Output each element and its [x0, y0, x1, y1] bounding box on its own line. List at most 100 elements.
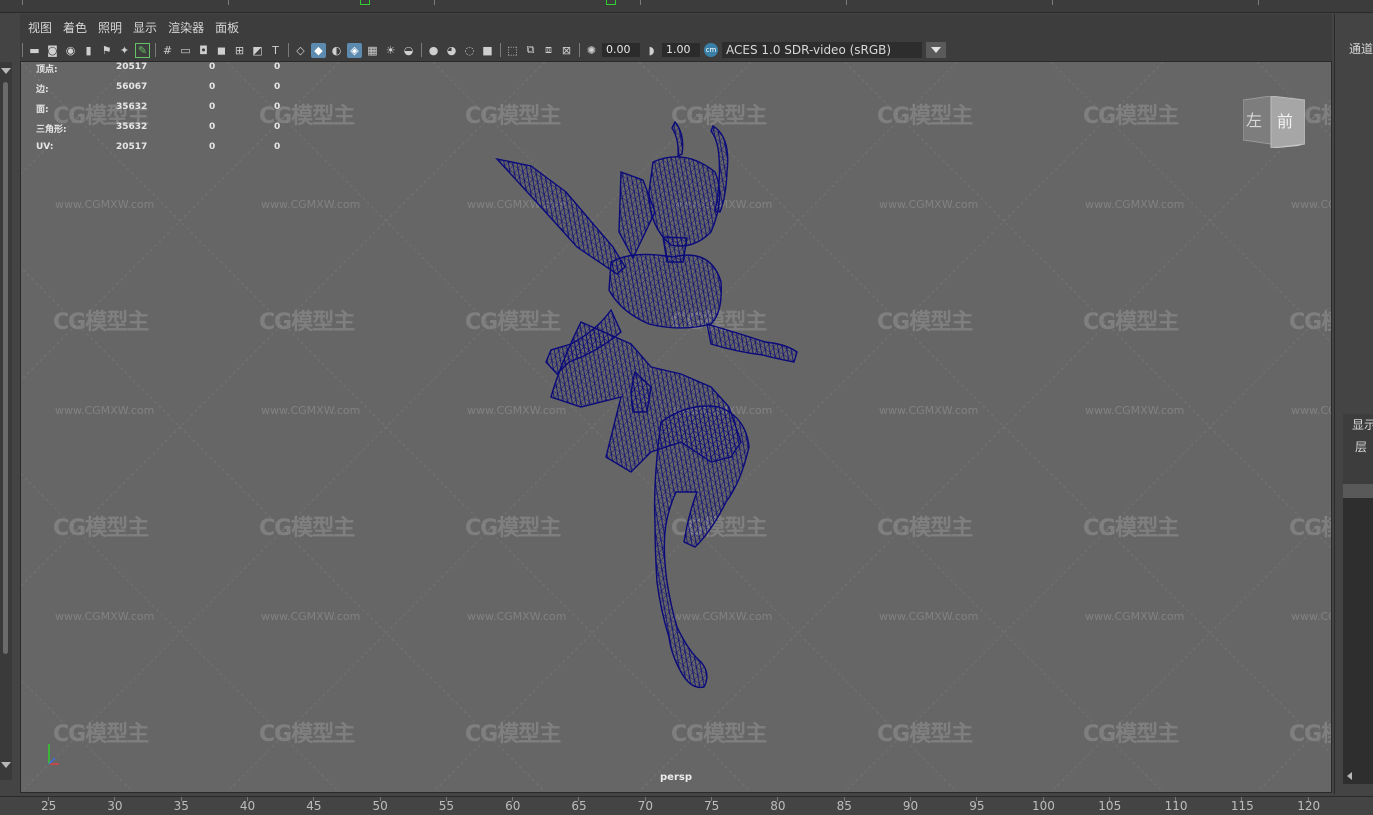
stats-uv: 0 [274, 82, 281, 92]
light-icon[interactable]: ☀ [383, 43, 398, 58]
camera-attributes-icon[interactable]: ◙ [45, 43, 60, 58]
menu-shading[interactable]: 着色 [63, 19, 87, 36]
view-transform-dropdown[interactable]: ACES 1.0 SDR-video (sRGB) [722, 42, 946, 58]
timeline-frame-number: 35 [173, 799, 189, 813]
wireframe-cube-icon[interactable]: ◇ [293, 43, 308, 58]
timeline-tick [909, 797, 911, 801]
gamma-field[interactable]: 1.00 [662, 43, 700, 57]
view-cube[interactable]: 左 前 [1243, 96, 1305, 148]
frame-tick [640, 0, 641, 5]
textured-icon[interactable]: ▦ [365, 43, 380, 58]
viewcube-left-label[interactable]: 左 [1246, 111, 1262, 130]
motion-blur-icon[interactable]: ◕ [444, 43, 459, 58]
select-camera-icon[interactable]: ▬ [27, 43, 42, 58]
scroll-thumb[interactable] [3, 82, 8, 654]
frame-tick [228, 0, 229, 5]
stats-value: 35632 [116, 102, 148, 112]
grease-pencil-icon[interactable]: ✦ [117, 43, 132, 58]
timeline-frame-number: 95 [969, 799, 985, 813]
fairy-wireframe-model[interactable] [21, 62, 1331, 792]
exposure-field[interactable]: 0.00 [602, 43, 640, 57]
timeline-tick [379, 797, 381, 801]
chevron-down-icon[interactable] [926, 42, 946, 58]
menu-view[interactable]: 视图 [28, 19, 52, 36]
stats-uv: 0 [274, 102, 281, 112]
anti-aliasing-icon[interactable]: ◌ [462, 43, 477, 58]
gate-mask-icon[interactable]: ◼ [214, 43, 229, 58]
timeline-frame-number: 80 [770, 799, 786, 813]
bookmark-icon[interactable]: ▮ [81, 43, 96, 58]
smooth-shade-icon[interactable]: ◆ [311, 42, 326, 58]
isolate-icon[interactable]: ⬚ [505, 43, 520, 58]
xray-joints-icon[interactable]: ⧈ [541, 43, 556, 58]
timeline-tick [512, 797, 514, 801]
display-tab[interactable]: 显示 [1352, 416, 1373, 433]
toolbar-separator [579, 43, 580, 57]
timeline-tick [114, 797, 116, 801]
xray-components-icon[interactable]: ⊠ [559, 43, 574, 58]
timeline-tick [777, 797, 779, 801]
toolbar-separator [22, 43, 23, 57]
2d-pan-zoom-icon[interactable]: ✎ [135, 42, 150, 58]
menu-panels[interactable]: 面板 [215, 19, 239, 36]
timeline-tick [1175, 797, 1177, 801]
camera-icon[interactable]: ◉ [63, 43, 78, 58]
field-chart-icon[interactable]: ⊞ [232, 43, 247, 58]
timeline-frame-number: 90 [902, 799, 919, 813]
toolbar-separator [288, 43, 289, 57]
menu-show[interactable]: 显示 [133, 19, 157, 36]
stats-value: 35632 [116, 122, 148, 132]
stats-value: 20517 [116, 62, 148, 72]
stats-label: UV: [36, 142, 54, 152]
3d-viewport[interactable]: CG模型主 www.CGMXW.com CG模型主 www.CGMXW.com CG模型… [20, 61, 1332, 793]
exposure-icon[interactable]: ✺ [584, 43, 599, 58]
film-gate-icon[interactable]: ▭ [178, 43, 193, 58]
stats-value: 56067 [116, 82, 148, 92]
wireframe-on-shaded-icon[interactable]: ◈ [347, 42, 362, 58]
layer-menu[interactable]: 层 [1355, 438, 1367, 455]
stats-label: 顶点: [36, 65, 58, 75]
panel-menubar: 视图 着色 照明 显示 渲染器 面板 [20, 14, 1332, 40]
scroll-down-arrow-icon[interactable] [1, 762, 11, 768]
scroll-left-arrow-icon[interactable] [1347, 772, 1352, 780]
shadow-icon[interactable]: ◒ [401, 43, 416, 58]
time-slider[interactable]: 25 30 35 40 45 50 55 60 65 70 75 80 85 90 95 100 105 110 1… [0, 796, 1373, 815]
layer-list[interactable] [1343, 484, 1373, 784]
safe-action-icon[interactable]: ◩ [250, 43, 265, 58]
stats-label: 面: [36, 105, 49, 115]
xray-icon[interactable]: ⧉ [523, 43, 538, 58]
timeline-frame-number: 25 [41, 799, 57, 813]
depth-of-field-icon[interactable]: ■ [480, 43, 495, 58]
timeline-frame-number: 50 [372, 799, 388, 813]
layer-list-scroll-thumb[interactable] [1343, 484, 1373, 498]
default-material-icon[interactable]: ◐ [329, 43, 344, 58]
grid-icon[interactable]: # [160, 43, 175, 58]
timeline-tick [1108, 797, 1110, 801]
scroll-up-arrow-icon[interactable] [1, 68, 11, 74]
timeline-frame-number: 115 [1230, 799, 1254, 813]
stats-uv: 0 [274, 122, 281, 132]
left-scrollbar[interactable] [0, 62, 12, 780]
viewport-panel: 视图 着色 照明 显示 渲染器 面板 ▬ ◙ ◉ ▮ ⚑ ✦ ✎ # ▭ ◘ ◼… [20, 14, 1332, 793]
timeline-frame-number: 55 [438, 799, 455, 813]
menu-renderer[interactable]: 渲染器 [168, 19, 204, 36]
stats-row: 边: 56067 0 0 [36, 82, 306, 102]
viewcube-front-label[interactable]: 前 [1277, 112, 1293, 131]
top-time-strip [0, 0, 1373, 13]
color-management-icon[interactable]: cm [704, 43, 718, 57]
stats-row: 顶点: 20517 0 0 [36, 62, 306, 82]
key-marker [360, 0, 370, 5]
resolution-gate-icon[interactable]: ◘ [196, 43, 211, 58]
timeline-tick [313, 797, 315, 801]
menu-lighting[interactable]: 照明 [98, 19, 122, 36]
panel-toolbar: ▬ ◙ ◉ ▮ ⚑ ✦ ✎ # ▭ ◘ ◼ ⊞ ◩ T ◇ ◆ ◐ ◈ ▦ ☀ … [20, 40, 1332, 60]
timeline-tick [711, 797, 712, 801]
timeline-tick [1042, 797, 1044, 801]
image-plane-icon[interactable]: ⚑ [99, 43, 114, 58]
channel-box-title[interactable]: 通道 [1349, 40, 1373, 57]
timeline-frame-number: 40 [239, 799, 256, 813]
gamma-icon[interactable]: ◗ [644, 43, 659, 58]
screen-space-ao-icon[interactable]: ● [426, 43, 441, 58]
timeline-tick [644, 797, 646, 801]
safe-title-icon[interactable]: T [268, 43, 283, 58]
